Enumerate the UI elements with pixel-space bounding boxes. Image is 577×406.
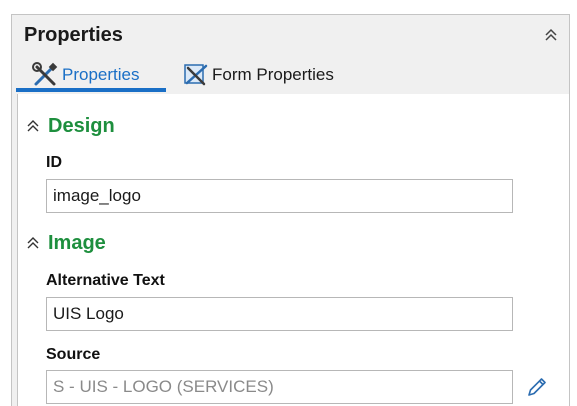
panel-header: Properties (12, 15, 569, 55)
source-label: Source (46, 346, 101, 363)
active-tab-indicator (16, 88, 166, 92)
double-chevron-up-icon (27, 120, 39, 132)
id-label: ID (46, 154, 62, 171)
collapse-panel-button[interactable] (543, 27, 559, 43)
section-design-title: Design (48, 114, 115, 137)
alt-text-field[interactable]: UIS Logo (46, 297, 513, 331)
tools-icon (32, 62, 58, 86)
pencil-icon (528, 378, 546, 396)
alt-text-label: Alternative Text (46, 272, 165, 289)
tab-properties[interactable]: Properties (32, 59, 139, 91)
tab-form-properties[interactable]: Form Properties (182, 59, 334, 91)
properties-tabs: Properties Form Properties (12, 59, 569, 91)
properties-panel: Properties Properties Form Properties De… (11, 14, 570, 406)
tab-form-properties-label: Form Properties (212, 65, 334, 84)
panel-title: Properties (24, 24, 123, 46)
double-chevron-up-icon (27, 237, 39, 249)
source-field[interactable]: S - UIS - LOGO (SERVICES) (46, 370, 513, 404)
double-chevron-up-icon (545, 28, 557, 41)
form-tools-icon (184, 64, 208, 86)
id-field[interactable]: image_logo (46, 179, 513, 213)
section-image-header[interactable]: Image (26, 231, 106, 255)
tab-properties-label: Properties (62, 65, 140, 84)
edit-source-button[interactable] (525, 375, 549, 399)
properties-content: Design ID image_logo Image Alternative T… (17, 94, 569, 406)
section-design-header[interactable]: Design (26, 114, 115, 138)
section-image-title: Image (48, 231, 106, 254)
